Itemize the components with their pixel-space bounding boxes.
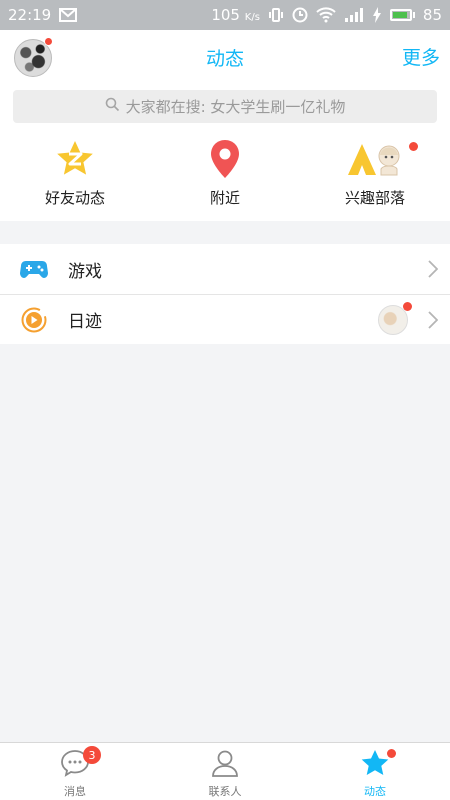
search-icon: [105, 97, 120, 116]
more-button[interactable]: 更多: [402, 43, 440, 70]
vibrate-icon: [268, 7, 284, 23]
search-container: 大家都在搜: 女大学生刷一亿礼物: [0, 86, 450, 131]
chevron-right-icon: [428, 260, 439, 282]
page-title: 动态: [205, 48, 244, 70]
tribe-tent-icon: [345, 139, 405, 179]
unread-count-badge: 3: [83, 746, 101, 764]
search-placeholder: 大家都在搜: 女大学生刷一亿礼物: [125, 98, 346, 116]
alarm-icon: [292, 7, 308, 23]
shortcut-grid: 好友动态 附近 兴趣部落: [0, 131, 450, 221]
location-pin-icon: [205, 139, 245, 179]
shortcut-nearby[interactable]: 附近: [150, 131, 300, 221]
contact-person-icon: [210, 749, 240, 781]
status-time: 22:19: [8, 6, 52, 24]
list-item-games[interactable]: 游戏: [0, 244, 450, 294]
tab-moments[interactable]: 动态: [300, 743, 450, 800]
battery-level: 85: [422, 6, 442, 24]
status-bar: 22:19 105 K/s 85: [0, 0, 450, 30]
feature-list: 游戏 日迹: [0, 244, 450, 344]
shortcut-label: 好友动态: [44, 189, 105, 207]
shortcut-label: 附近: [209, 189, 240, 207]
star-icon: [360, 749, 390, 781]
moments-notification-dot: [387, 749, 396, 758]
tab-label: 动态: [364, 785, 386, 798]
tab-contacts[interactable]: 联系人: [150, 743, 300, 800]
shortcut-label: 兴趣部落: [344, 189, 405, 207]
header-bar: 动态 更多: [0, 30, 450, 86]
search-input[interactable]: 大家都在搜: 女大学生刷一亿礼物: [13, 90, 437, 123]
signal-icon: [344, 8, 364, 22]
tab-label: 联系人: [208, 785, 242, 798]
star-z-icon: [55, 139, 95, 179]
tab-messages[interactable]: 3 消息: [0, 743, 150, 800]
battery-icon: [389, 9, 415, 21]
network-speed: 105 K/s: [211, 6, 260, 24]
play-circle-icon: [19, 305, 49, 335]
shortcut-interest-tribe[interactable]: 兴趣部落: [300, 131, 450, 221]
charging-icon: [372, 7, 382, 23]
gamepad-icon: [19, 254, 49, 284]
shortcut-friend-feed[interactable]: 好友动态: [0, 131, 150, 221]
chevron-right-icon: [428, 311, 439, 333]
tribe-notification-dot: [409, 142, 418, 151]
list-item-label: 游戏: [68, 261, 102, 282]
bottom-navigation: 3 消息 联系人 动态: [0, 742, 450, 800]
daily-trace-notification-dot: [403, 302, 412, 311]
list-item-daily-trace[interactable]: 日迹: [0, 294, 450, 344]
list-item-label: 日迹: [68, 312, 102, 332]
wifi-icon: [316, 7, 336, 23]
tab-label: 消息: [64, 785, 86, 798]
mail-icon: [59, 8, 78, 22]
